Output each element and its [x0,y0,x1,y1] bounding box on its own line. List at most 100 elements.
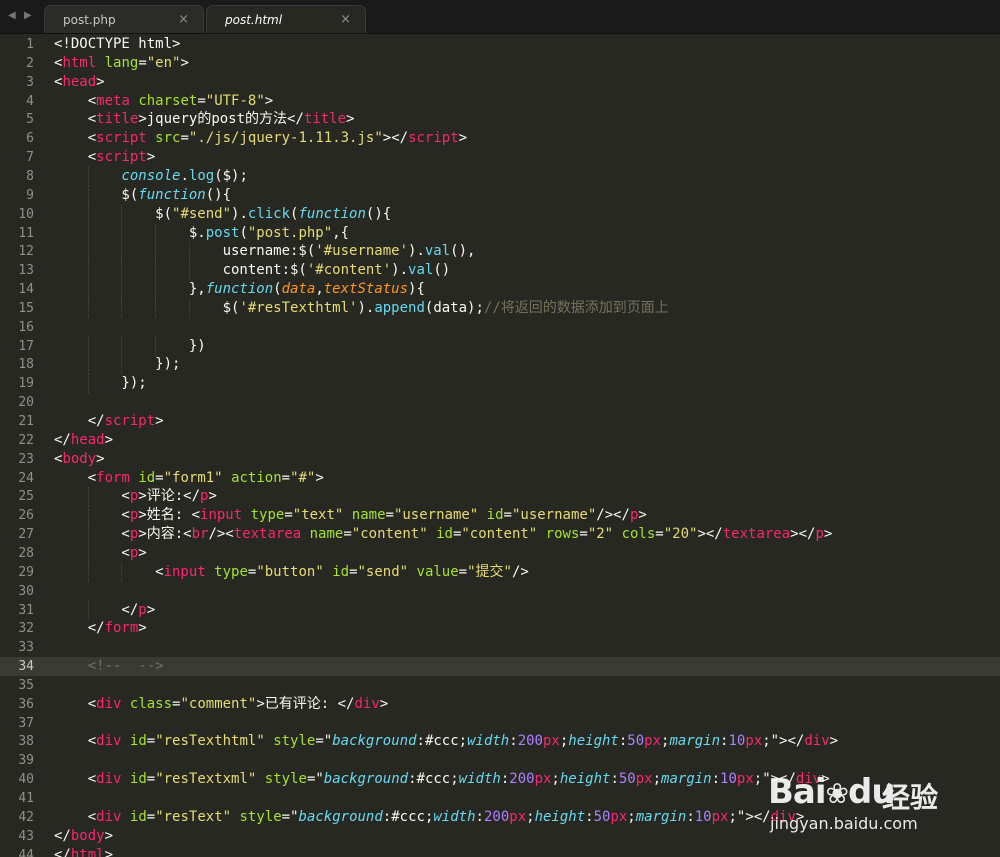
code-line[interactable]: 31 </p> [0,600,1000,620]
code-token: . [180,167,189,184]
code-token: val [424,243,451,260]
code-text: <script> [54,148,155,167]
code-token: = [503,507,512,524]
code-line[interactable]: 6 <script src="./js/jquery-1.11.3.js"></… [0,129,1000,148]
code-line[interactable]: 8 console.log($); [0,166,1000,186]
code-token: margin [635,808,687,825]
code-token: margin [669,733,721,750]
watermark-cn: 经验 [882,781,939,814]
code-line[interactable]: 4 <meta charset="UTF-8"> [0,92,1000,111]
code-token: click [247,205,291,222]
code-text: $.post("post.php",{ [54,224,349,243]
code-line[interactable]: 34 <!-- --> [0,657,1000,677]
code-token: > [155,413,164,429]
code-editor[interactable]: 1 <!DOCTYPE html> 2 <html lang="en"> 3 <head>… [0,35,1000,857]
tab-scroll-right-icon[interactable]: ▶ [24,10,32,21]
code-line[interactable]: 32 </form> [0,619,1000,638]
code-token: = [146,771,156,788]
tab-post-php[interactable]: post.php × [44,5,204,33]
code-line[interactable]: 39 [0,751,1000,770]
line-number: 29 [18,564,34,580]
code-line[interactable]: 29 <input type="button" id="send" value=… [0,562,1000,582]
indent-guide [87,336,90,356]
code-line[interactable]: 24 <form id="form1" action="#"> [0,469,1000,488]
code-line[interactable]: 11 $.post("post.php",{ [0,223,1000,243]
line-number: 27 [18,527,34,543]
code-line[interactable]: 23 <body> [0,450,1000,469]
code-token: < [54,808,97,825]
code-token: function [205,281,274,298]
code-token: function [138,186,206,203]
tab-scroll-left-icon[interactable]: ◀ [8,10,16,21]
code-token: "text" [292,507,344,524]
code-line[interactable]: 3 <head> [0,73,1000,92]
code-line[interactable]: 2 <html lang="en"> [0,54,1000,73]
code-line[interactable]: 9 $(function(){ [0,185,1000,205]
line-number: 18 [18,357,34,373]
code-line[interactable]: 17 }) [0,336,1000,356]
code-token: "resTexthtml" [155,733,265,750]
indent-guide [121,204,123,224]
code-line[interactable]: 33 [0,638,1000,657]
code-line[interactable]: 26 <p>姓名: <input type="text" name="usern… [0,506,1000,526]
code-line[interactable]: 16 [0,318,1000,337]
code-line[interactable]: 28 <p> [0,543,1000,563]
code-line[interactable]: 13 content:$('#content').val() [0,261,1000,281]
code-token: console [121,167,181,184]
code-line[interactable]: 27 <p>内容:<br/><textarea name="content" i… [0,525,1000,545]
line-number: 44 [18,847,34,857]
code-token: style [264,771,307,788]
code-text: </html> [54,846,113,857]
code-line[interactable]: 12 username:$('#username').val(), [0,242,1000,262]
line-number: 16 [18,319,34,335]
code-line[interactable]: 14 },function(data,textStatus){ [0,280,1000,300]
code-token: data [281,281,316,298]
code-token: (), [450,243,476,260]
code-token: < [54,149,97,166]
code-line[interactable]: 20 [0,393,1000,412]
code-text: <p>姓名: <input type="text" name="username… [54,506,646,525]
close-icon[interactable]: × [178,12,189,27]
code-token: p [138,601,147,618]
code-line[interactable]: 25 <p>评论:</p> [0,487,1000,507]
indent-guide [155,242,157,262]
code-token: < [54,563,164,580]
code-line[interactable]: 1 <!DOCTYPE html> [0,35,1000,54]
close-icon[interactable]: × [340,12,351,27]
code-line[interactable]: 38 <div id="resTexthtml" style="backgrou… [0,732,1000,751]
line-number: 42 [18,809,34,825]
code-token: "2" [587,526,614,543]
code-token: (){ [205,186,232,203]
code-line[interactable]: 35 [0,676,1000,695]
code-line[interactable]: 37 [0,714,1000,733]
code-text: <div class="comment">已有评论: </div> [54,695,389,714]
code-token: textarea [722,526,791,543]
code-token: 200 [483,808,510,825]
code-token: textarea [233,526,302,543]
code-token: > [315,469,324,486]
indent-guide [155,336,157,356]
code-line[interactable]: 15 $('#resTexthtml').append(data);//将返回的… [0,298,1000,318]
code-line[interactable]: 18 }); [0,355,1000,375]
code-text: <p>内容:<br/><textarea name="content" id="… [54,525,832,544]
code-text: <head> [54,73,105,92]
line-number: 10 [18,206,34,222]
indent-guide [87,261,90,281]
tab-post-html[interactable]: post.html × [206,5,366,33]
code-line[interactable]: 7 <script> [0,148,1000,167]
code-token: input [200,507,243,524]
code-line[interactable]: 19 }); [0,374,1000,394]
code-line[interactable]: 30 [0,582,1000,601]
code-line[interactable]: 21 </script> [0,412,1000,431]
code-line[interactable]: 10 $("#send").click(function(){ [0,204,1000,224]
code-line[interactable]: 22 </head> [0,431,1000,450]
code-line[interactable]: 5 <title>jquery的post的方法</title> [0,110,1000,129]
code-token: div [96,771,122,788]
code-line[interactable]: 36 <div class="comment">已有评论: </div> [0,695,1000,714]
code-token: ></ [382,130,409,147]
code-text: },function(data,textStatus){ [54,280,425,299]
indent-guide [155,223,157,243]
code-token: ; [551,771,560,788]
